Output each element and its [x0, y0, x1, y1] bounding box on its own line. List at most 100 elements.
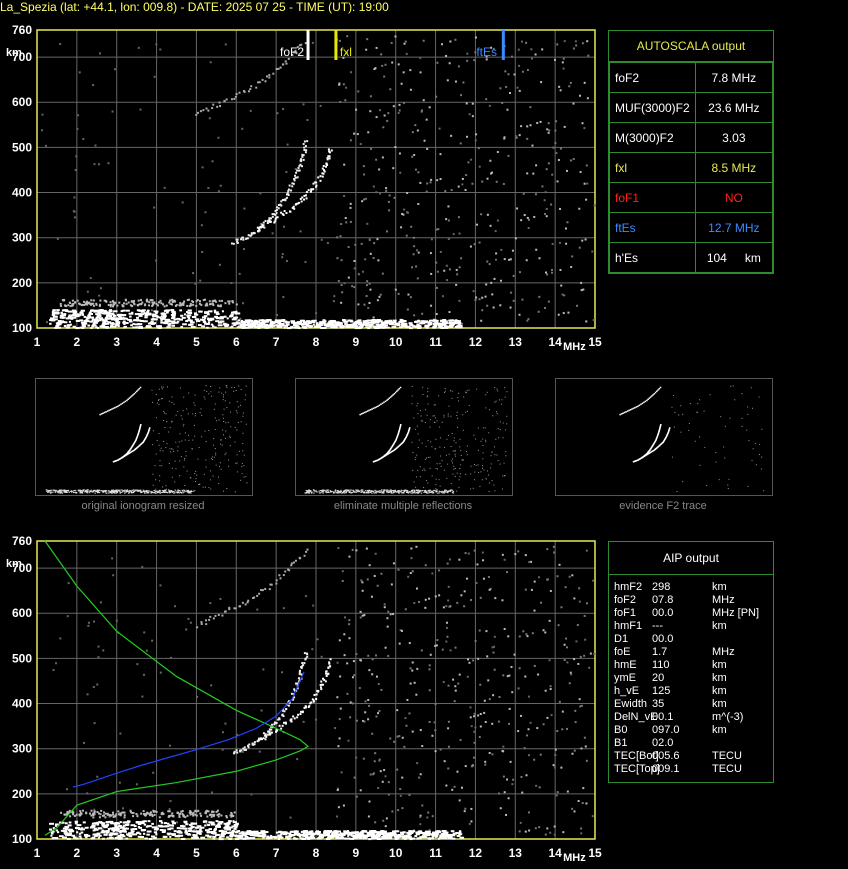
- x-tick-label: 7: [273, 335, 280, 349]
- aip-value: ---: [652, 620, 663, 632]
- autoscala-row: ftEs 12.7 MHz: [609, 212, 774, 243]
- es-layer-echoes: [48, 809, 465, 841]
- aip-value: 20: [652, 672, 665, 684]
- autoscala-param-label: fxl: [609, 152, 696, 183]
- autoscala-param-label: MUF(3000)F2: [609, 92, 696, 123]
- f2-x-trace: [256, 148, 333, 233]
- y-tick-label: 100: [12, 321, 32, 335]
- x-tick-label: 10: [389, 846, 403, 860]
- autoscala-value-text: 23.6 MHz: [708, 100, 760, 115]
- x-tick-label: 6: [233, 335, 240, 349]
- grid: [36, 29, 596, 329]
- y-tick-label: 300: [12, 742, 32, 756]
- aip-ionogram-chart: 1 2 3 4 5 6 7 8 9 10 11 12 13 14 151002003004005006007…: [6, 534, 602, 864]
- autoscala-panel: AUTOSCALA output foF2 7.8 MHz MUF(3000)F2 2…: [608, 30, 774, 274]
- aip-value: 005.6: [652, 750, 680, 762]
- aip-unit: km: [712, 698, 727, 710]
- aip-unit: MHz [PN]: [712, 607, 760, 619]
- aip-panel: AIP output hmF2 298 km foF2 07.8 MHz foF1 00.0 M…: [608, 541, 774, 783]
- x-tick-label: 14: [548, 335, 562, 349]
- aip-unit: MHz: [712, 594, 735, 606]
- aip-unit: km: [712, 685, 727, 697]
- aip-param: DelN_vE: [614, 711, 658, 723]
- aip-value: 298: [652, 581, 671, 593]
- aip-unit: m^(-3): [712, 711, 744, 723]
- x-tick-label: 11: [429, 846, 442, 860]
- y-tick-label: 400: [12, 186, 32, 200]
- aip-param: hmE: [614, 659, 637, 671]
- y-tick-label: 600: [12, 606, 32, 620]
- autoscala-row: foF1 NO: [609, 182, 774, 213]
- aip-param: foF1: [614, 607, 637, 619]
- x-tick-label: 4: [153, 846, 160, 860]
- ionogram-chart: 1 2 3 4 5 6 7 8 9 10 11 12 13 14 151002003004005006007…: [6, 23, 602, 353]
- x-tick-label: 7: [273, 846, 280, 860]
- aip-unit: MHz: [712, 646, 735, 658]
- autoscala-value-text: 12.7 MHz: [708, 220, 760, 235]
- aip-unit: km: [712, 620, 727, 632]
- autoscala-row: fxl 8.5 MHz: [609, 152, 774, 183]
- x-tick-label: 5: [193, 335, 200, 349]
- aip-unit: TECU: [712, 763, 742, 775]
- y-tick-label: 500: [12, 140, 32, 154]
- autoscala-param-value: NO: [694, 182, 774, 213]
- x-tick-label: 9: [353, 335, 360, 349]
- electron-density-profile: [44, 540, 310, 836]
- aip-param: foE: [614, 646, 631, 658]
- autoscala-table: foF2 7.8 MHz MUF(3000)F2 23.6 MHz M(3000)F2 3…: [609, 62, 774, 273]
- autoscala-param-label: M(3000)F2: [609, 122, 696, 153]
- x-unit-label: MHz: [563, 852, 586, 864]
- thumbnail-caption: original ionogram resized: [81, 500, 205, 512]
- aip-value: 1.7: [652, 646, 668, 658]
- thumbnail-caption: evidence F2 trace: [619, 500, 707, 512]
- x-tick-label: 4: [153, 335, 160, 349]
- aip-value: 00.0: [652, 607, 674, 619]
- x-tick-label: 8: [313, 846, 320, 860]
- x-tick-label: 13: [509, 335, 523, 349]
- autoscala-title: AUTOSCALA output: [609, 31, 773, 62]
- x-tick-label: 9: [353, 846, 360, 860]
- aip-param: D1: [614, 633, 629, 645]
- aip-param: B1: [614, 737, 628, 749]
- x-tick-label: 1: [34, 335, 41, 349]
- autoscala-value-text: 104: [706, 250, 727, 265]
- autoscala-unit-text: km: [744, 250, 761, 265]
- x-tick-label: 10: [389, 335, 403, 349]
- page-title: La_Spezia (lat: +44.1, lon: 009.8) - DAT…: [0, 0, 389, 14]
- thumbnail-ionogram: [555, 378, 773, 496]
- x-tick-label: 15: [588, 335, 602, 349]
- aip-param: hmF2: [614, 581, 643, 593]
- y-tick-label: 760: [12, 534, 32, 548]
- thumbnail-ionogram: [295, 378, 513, 496]
- autoscala-param-value: 23.6 MHz: [694, 92, 774, 123]
- aip-unit: TECU: [712, 750, 742, 762]
- aip-value: 125: [652, 685, 671, 697]
- y-tick-label: 300: [12, 231, 32, 245]
- autoscala-param-label: h'Es: [609, 242, 696, 273]
- aip-value: 097.0: [652, 724, 680, 736]
- x-tick-label: 2: [74, 846, 81, 860]
- x-tick-label: 15: [588, 846, 602, 860]
- aip-param: h_vE: [614, 685, 640, 697]
- x-tick-label: 14: [548, 846, 562, 860]
- aip-unit: km: [712, 581, 727, 593]
- y-tick-label: 500: [12, 651, 32, 665]
- aip-param: Ewidth: [614, 698, 648, 710]
- fxl-marker-label: fxl: [340, 45, 352, 59]
- aip-value: 02.0: [652, 737, 674, 749]
- y-tick-label: 200: [12, 787, 32, 801]
- x-tick-label: 1: [34, 846, 41, 860]
- autoscala-value-text: 7.8 MHz: [711, 70, 757, 85]
- autoscala-value-text: 8.5 MHz: [711, 160, 757, 175]
- y-unit-label: km: [6, 47, 22, 59]
- y-tick-label: 600: [12, 95, 32, 109]
- x-tick-label: 11: [429, 335, 442, 349]
- noise-speckles: [41, 35, 596, 326]
- aip-value: 00.1: [652, 711, 674, 723]
- autoscala-param-label: ftEs: [609, 212, 696, 243]
- x-tick-label: 2: [74, 335, 81, 349]
- y-tick-label: 760: [12, 23, 32, 37]
- autoscala-param-label: foF1: [609, 182, 696, 213]
- x-tick-label: 13: [509, 846, 523, 860]
- autoscala-param-value: 12.7 MHz: [694, 212, 774, 243]
